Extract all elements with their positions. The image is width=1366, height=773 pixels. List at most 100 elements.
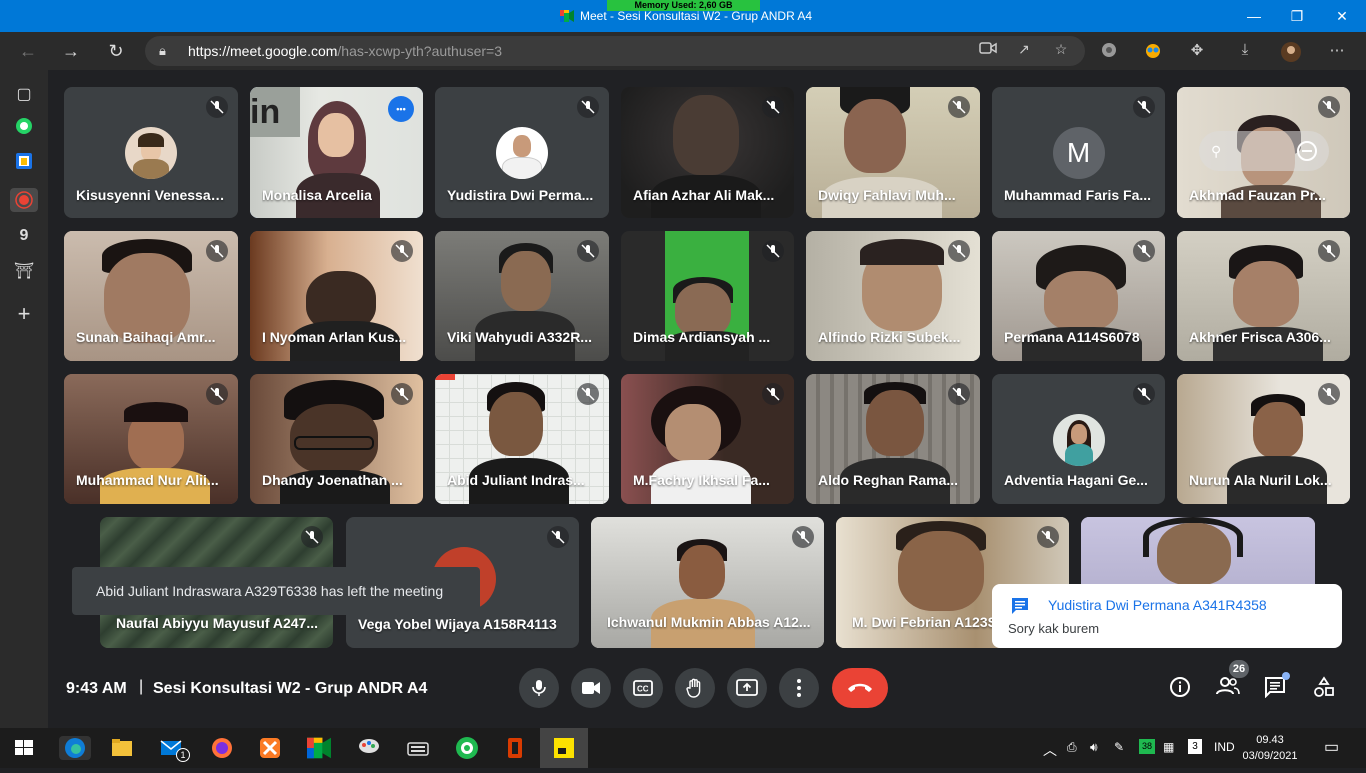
paint-icon[interactable]: [357, 736, 381, 760]
people-icon[interactable]: [1215, 676, 1241, 702]
remove-tile-icon[interactable]: [1297, 141, 1317, 161]
participant-tile[interactable]: Adventia Hagani Ge...: [992, 374, 1165, 504]
url-text: https://meet.google.com/has-xcwp-yth?aut…: [188, 43, 502, 59]
participant-tile[interactable]: M.Fachry Ikhsal Fa...: [621, 374, 794, 504]
browser-toolbar: ← → ↻ 🔒︎ https://meet.google.com/has-xcw…: [0, 32, 1366, 70]
meeting-title: Sesi Konsultasi W2 - Grup ANDR A4: [153, 680, 428, 697]
participant-tile[interactable]: Kisusyenni Venessa ...: [64, 87, 238, 218]
system-clock[interactable]: 09.43 03/09/2021: [1240, 732, 1300, 764]
browser-menu-icon[interactable]: ⋯: [1326, 41, 1348, 63]
avatar: [496, 127, 548, 179]
pin-icon[interactable]: ⚲: [1211, 143, 1221, 160]
whatsapp-icon[interactable]: [12, 117, 36, 141]
keyboard-app-icon[interactable]: [406, 736, 430, 760]
participant-name: Vega Yobel Wijaya A158R4113: [358, 616, 557, 632]
muted-mic-icon: [948, 96, 970, 118]
tabs-icon[interactable]: ▢: [12, 83, 36, 107]
avatar: [125, 127, 177, 179]
tray-grid-icon[interactable]: ▦: [1163, 740, 1174, 754]
refresh-icon[interactable]: ↻: [102, 38, 130, 64]
edge-browser-icon[interactable]: [59, 736, 91, 760]
volume-icon[interactable]: 🔊︎: [1090, 740, 1098, 755]
add-sidebar-app-icon[interactable]: +: [12, 302, 36, 326]
meeting-controls: 9:43 AM | Sesi Konsultasi W2 - Grup ANDR…: [48, 658, 1366, 728]
participant-tile[interactable]: in ••• Monalisa Arcelia: [250, 87, 423, 218]
chat-notification[interactable]: Yudistira Dwi Permana A341R4358 Sory kak…: [992, 584, 1342, 648]
input-language[interactable]: IND: [1214, 740, 1235, 754]
participant-tile[interactable]: Yudistira Dwi Perma...: [435, 87, 609, 218]
tray-app-badge[interactable]: 38: [1139, 739, 1155, 754]
forward-arrow-icon[interactable]: →: [57, 38, 85, 64]
office-icon[interactable]: [504, 736, 528, 760]
present-screen-button[interactable]: [727, 668, 767, 708]
camera-in-use-icon[interactable]: [977, 41, 999, 61]
chat-icon[interactable]: [1262, 672, 1290, 702]
windows-taskbar: 1 ︿ ⎙ 🔊︎ ✎ 38 ▦ 3 IND 09.43 03/09/2021 ▭: [0, 728, 1366, 768]
participant-tile[interactable]: Ichwanul Mukmin Abbas A12...: [591, 517, 824, 648]
participant-tile[interactable]: Aldo Reghan Rama...: [806, 374, 980, 504]
participant-name: M.Fachry Ikhsal Fa...: [633, 472, 770, 488]
google-meet-app-icon[interactable]: [307, 736, 331, 760]
minimize-button[interactable]: —: [1234, 4, 1274, 28]
participant-tile[interactable]: Dhandy Joenathan ...: [250, 374, 423, 504]
profile-avatar[interactable]: [1280, 41, 1302, 63]
muted-mic-icon: [1133, 96, 1155, 118]
share-icon[interactable]: ↗: [1013, 41, 1035, 61]
firefox-icon[interactable]: [210, 736, 234, 760]
close-window-button[interactable]: ✕: [1322, 4, 1362, 28]
participant-tile[interactable]: Alfindo Rizki Subek...: [806, 231, 980, 361]
sticky-notes-icon[interactable]: [540, 728, 588, 768]
participant-tile[interactable]: Dimas Ardiansyah ...: [621, 231, 794, 361]
participant-tile[interactable]: ⚲ Akhmad Fauzan Pr...: [1177, 87, 1350, 218]
back-arrow-icon[interactable]: ←: [14, 38, 42, 64]
participant-name: Dwiqy Fahlavi Muh...: [818, 187, 956, 203]
favorites-star-icon[interactable]: ☆: [1050, 41, 1072, 61]
calendar-tray-icon[interactable]: 3: [1188, 739, 1202, 754]
microphone-button[interactable]: [519, 668, 559, 708]
muted-mic-icon: [762, 96, 784, 118]
participant-tile[interactable]: Nurun Ala Nuril Lok...: [1177, 374, 1350, 504]
chat-message-icon: [1012, 598, 1028, 614]
windows-start-icon[interactable]: [12, 736, 36, 760]
extension-circle-icon[interactable]: [1098, 41, 1120, 63]
participant-tile[interactable]: Akhner Frisca A306...: [1177, 231, 1350, 361]
extension-owl-icon[interactable]: [1142, 41, 1164, 63]
participant-tile[interactable]: Viki Wahyudi A332R...: [435, 231, 609, 361]
activities-icon[interactable]: [1311, 676, 1337, 702]
extensions-puzzle-icon[interactable]: ✥: [1186, 41, 1208, 63]
participant-tile[interactable]: M Muhammad Faris Fa...: [992, 87, 1165, 218]
participant-tile[interactable]: I Nyoman Arlan Kus...: [250, 231, 423, 361]
participant-name: I Nyoman Arlan Kus...: [262, 329, 407, 345]
more-options-button[interactable]: •••: [388, 96, 414, 122]
calendar-icon[interactable]: [12, 152, 36, 176]
end-call-button[interactable]: [832, 668, 888, 708]
participant-tile[interactable]: Abid Juliant Indras...: [435, 374, 609, 504]
captions-button[interactable]: CC: [623, 668, 663, 708]
network-icon[interactable]: ⎙: [1067, 740, 1077, 755]
mail-badge: 1: [176, 748, 190, 762]
xampp-icon[interactable]: [258, 736, 282, 760]
participant-tile[interactable]: Permana A114S6078: [992, 231, 1165, 361]
notifications-icon[interactable]: ▭: [1324, 737, 1339, 757]
participant-tile[interactable]: Afian Azhar Ali Mak...: [621, 87, 794, 218]
obs-app-icon[interactable]: [455, 736, 479, 760]
restore-button[interactable]: ❐: [1277, 4, 1317, 28]
participant-tile[interactable]: Muhammad Nur Alii...: [64, 374, 238, 504]
nine-app-icon[interactable]: 9: [12, 224, 36, 248]
bookmark-app-icon[interactable]: ⛩︎: [12, 260, 36, 284]
address-bar[interactable]: 🔒︎ https://meet.google.com/has-xcwp-yth?…: [145, 36, 1085, 66]
raise-hand-button[interactable]: [675, 668, 715, 708]
mail-icon[interactable]: 1: [160, 736, 190, 762]
participant-tile[interactable]: Dwiqy Fahlavi Muh...: [806, 87, 980, 218]
participant-name: Abid Juliant Indras...: [447, 472, 585, 488]
tray-chevron-icon[interactable]: ︿: [1043, 740, 1057, 760]
participant-tile[interactable]: Sunan Baihaqi Amr...: [64, 231, 238, 361]
camera-button[interactable]: [571, 668, 611, 708]
download-icon[interactable]: ⤓: [1234, 41, 1256, 63]
meeting-details-icon[interactable]: [1167, 676, 1193, 702]
pen-icon[interactable]: ✎: [1114, 740, 1124, 754]
file-explorer-icon[interactable]: [110, 736, 134, 760]
meeting-time: 9:43 AM: [66, 680, 127, 697]
record-icon[interactable]: [10, 188, 38, 212]
more-options-icon[interactable]: [779, 668, 819, 708]
